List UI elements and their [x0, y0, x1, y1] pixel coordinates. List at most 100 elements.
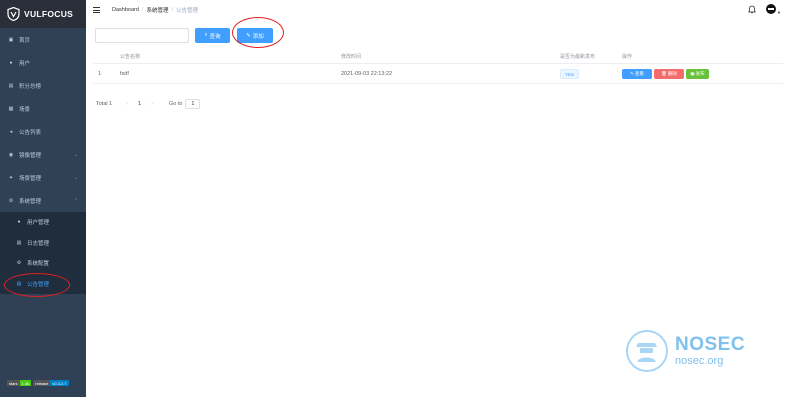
actions-cell: ✎ 查看 🗑 删除 ▣ 发布: [622, 68, 711, 79]
modified-time: 2021-09-03 22:13:22: [341, 70, 393, 77]
delete-button-label: 删除: [667, 70, 677, 76]
sidebar-item-label: 场景管理: [19, 175, 42, 182]
breadcrumb-current: 公告管理: [176, 8, 199, 14]
prev-page-button[interactable]: ‹: [126, 101, 128, 107]
publish-icon: ▣: [690, 70, 695, 76]
table-row: 1 fsdf 2021-09-03 22:13:22 YES ✎ 查看 🗑 删除…: [93, 64, 783, 84]
sidebar-item-image-management[interactable]: ◉ 镜像管理 ⌄: [0, 143, 86, 166]
dashboard-icon: ▣: [8, 36, 14, 43]
notice-table: 公告名称 修改时间 是否为最新发布 操作 1 fsdf 2021-09-03 2…: [93, 49, 783, 84]
latest-tag: YES: [560, 68, 580, 79]
sidebar-item-label: 镜像管理: [19, 152, 42, 159]
user-icon: ●: [9, 59, 13, 66]
sidebar-menu: ▣ 首页 ● 用户 ▤ 积分总榜 ▦ 场景 ◂ 公告列表 ◉ 镜像管理 ⌄ ✦ …: [0, 28, 86, 294]
add-button[interactable]: ✎ 添加: [237, 28, 273, 43]
row-index: 1: [98, 70, 102, 77]
sidebar-item-user-management[interactable]: ● 用户管理: [0, 212, 86, 233]
sidebar-item-rank[interactable]: ▤ 积分总榜: [0, 74, 86, 97]
watermark-text: NOSEC nosec.org: [675, 335, 745, 367]
column-header-modified: 修改时间: [341, 53, 362, 60]
badge-key: release: [33, 380, 51, 386]
query-button[interactable]: ⌕ 查询: [195, 28, 230, 43]
release-badge[interactable]: release v0.3.2.7: [33, 380, 69, 386]
version-badges: stars 1.4k release v0.3.2.7: [7, 380, 71, 386]
page-number[interactable]: 1: [138, 101, 141, 107]
sidebar-item-system-config[interactable]: ⚙ 系统配置: [0, 253, 86, 274]
view-button-label: 查看: [634, 70, 644, 76]
pagination-total: Total 1: [96, 101, 113, 107]
sidebar-item-label: 日志管理: [27, 240, 50, 247]
log-icon: ▤: [16, 239, 22, 246]
sidebar-item-scene[interactable]: ▦ 场景: [0, 97, 86, 120]
publish-button-label: 发布: [695, 70, 705, 76]
notice-name: fsdf: [120, 70, 129, 77]
sidebar-item-label: 场景: [19, 106, 31, 113]
shield-logo-icon: [7, 7, 20, 21]
table-header: 公告名称 修改时间 是否为最新发布 操作: [93, 49, 783, 64]
badge-key: stars: [7, 380, 20, 386]
sidebar-item-label: 系统配置: [27, 261, 50, 268]
sidebar-item-label: 用户管理: [27, 220, 50, 227]
sidebar-item-notice-management[interactable]: ▤ 公告管理: [0, 274, 86, 295]
watermark-subtitle: nosec.org: [675, 355, 724, 367]
sidebar-item-scene-management[interactable]: ✦ 场景管理 ⌄: [0, 166, 86, 189]
query-button-label: 查询: [209, 33, 221, 40]
view-button[interactable]: ✎ 查看: [622, 68, 652, 79]
sidebar-item-system-management[interactable]: ⚙ 系统管理 ⌃: [0, 189, 86, 212]
settings-icon: ✦: [8, 174, 14, 181]
sidebar-item-label: 公告管理: [27, 281, 50, 288]
sidebar-item-notices[interactable]: ◂ 公告列表: [0, 120, 86, 143]
trash-icon: 🗑: [661, 70, 667, 76]
sidebar-item-users[interactable]: ● 用户: [0, 51, 86, 74]
brand-name: VULFOCUS: [24, 9, 74, 19]
rank-icon: ▤: [8, 82, 14, 89]
system-submenu: ● 用户管理 ▤ 日志管理 ⚙ 系统配置 ▤ 公告管理: [0, 212, 86, 294]
search-input[interactable]: [95, 28, 189, 43]
table-icon: ▦: [8, 105, 14, 112]
goto-page-input[interactable]: 1: [185, 99, 201, 109]
next-page-button[interactable]: ›: [151, 101, 153, 107]
delete-button[interactable]: 🗑 删除: [654, 68, 684, 79]
pagination: Total 1 ‹ 1 › Go to 1: [96, 99, 201, 109]
publish-button[interactable]: ▣ 发布: [686, 68, 709, 79]
brand[interactable]: VULFOCUS: [0, 0, 86, 28]
watermark-title: NOSEC: [675, 334, 746, 355]
column-header-actions: 操作: [622, 53, 633, 60]
caret-down-icon[interactable]: ▼: [777, 10, 781, 15]
add-button-label: 添加: [252, 33, 264, 40]
nosec-logo-icon: [626, 330, 668, 372]
sidebar-item-label: 公告列表: [19, 129, 42, 136]
navbar: Dashboard / 系统管理 / 公告管理 ▼: [86, 0, 790, 20]
chevron-down-icon: ⌄: [73, 174, 78, 181]
breadcrumb-system: 系统管理: [146, 8, 169, 14]
sidebar-item-label: 首页: [19, 37, 31, 44]
gear-icon: ⚙: [16, 260, 22, 267]
latest-cell: YES: [560, 68, 580, 79]
sidebar-item-home[interactable]: ▣ 首页: [0, 28, 86, 51]
edit-icon: ✎: [630, 70, 634, 76]
badge-value: v0.3.2.7: [50, 380, 69, 386]
chevron-up-icon: ⌃: [73, 197, 78, 204]
breadcrumb-separator: /: [141, 7, 144, 13]
breadcrumb-dashboard[interactable]: Dashboard: [112, 7, 139, 13]
breadcrumb-separator: /: [171, 7, 173, 13]
bell-icon[interactable]: [748, 5, 756, 14]
sidebar-item-label: 用户: [19, 60, 31, 67]
notice-icon: ▤: [16, 280, 22, 287]
avatar[interactable]: [766, 4, 776, 14]
hamburger-icon[interactable]: [93, 7, 100, 13]
nosec-watermark: NOSEC nosec.org: [626, 330, 745, 372]
goto-label: Go to: [168, 101, 183, 107]
sidebar: VULFOCUS ▣ 首页 ● 用户 ▤ 积分总榜 ▦ 场景 ◂ 公告列表 ◉ …: [0, 0, 86, 397]
gear-icon: ⚙: [8, 197, 14, 204]
chevron-down-icon: ⌄: [73, 151, 78, 158]
sidebar-item-label: 积分总榜: [19, 83, 42, 90]
app-root: VULFOCUS ▣ 首页 ● 用户 ▤ 积分总榜 ▦ 场景 ◂ 公告列表 ◉ …: [0, 0, 790, 397]
breadcrumb: Dashboard / 系统管理 / 公告管理: [112, 6, 198, 14]
badge-value: 1.4k: [19, 380, 32, 386]
sidebar-item-log-management[interactable]: ▤ 日志管理: [0, 233, 86, 254]
stars-badge[interactable]: stars 1.4k: [7, 380, 32, 386]
sidebar-item-label: 系统管理: [19, 198, 42, 205]
column-header-latest: 是否为最新发布: [560, 53, 596, 60]
user-icon: ●: [17, 219, 21, 226]
